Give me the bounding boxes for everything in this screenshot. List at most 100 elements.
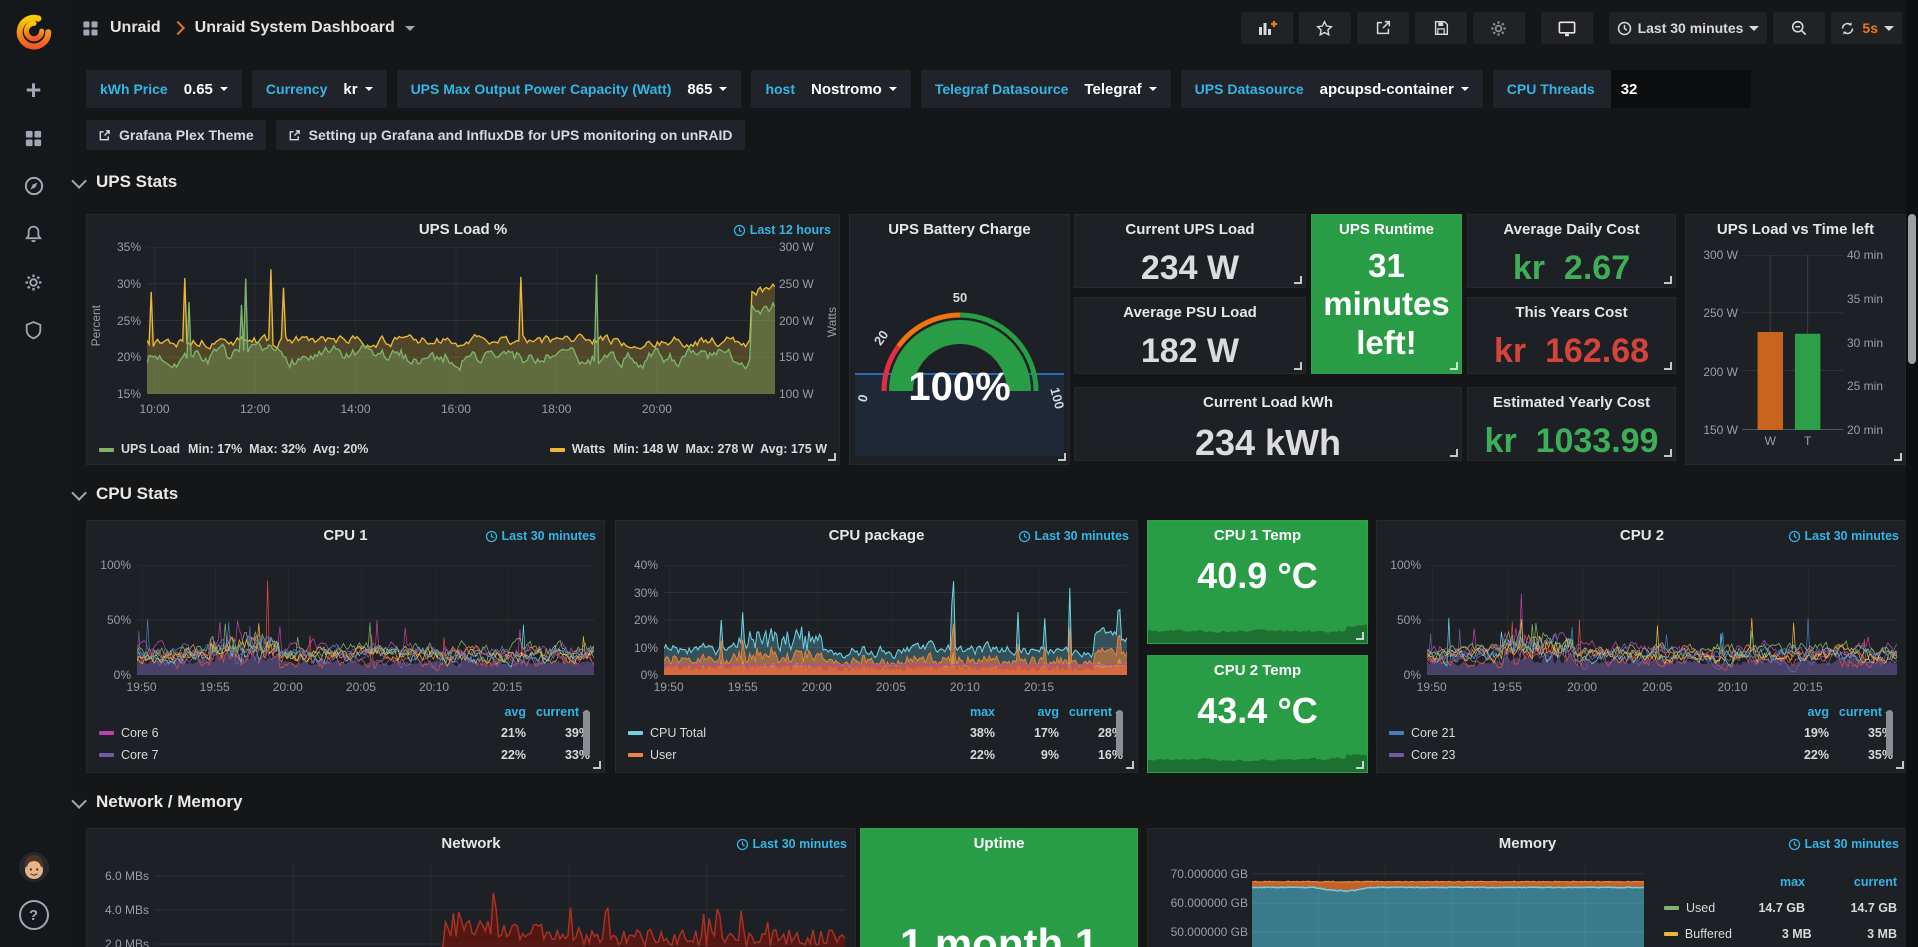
series-name[interactable]: Core 21 bbox=[1411, 726, 1455, 740]
page-scrollbar[interactable] bbox=[1906, 0, 1918, 947]
cpu-threads-input[interactable] bbox=[1611, 70, 1751, 108]
zoom-out-button[interactable] bbox=[1773, 12, 1825, 44]
variable-ups-max-output[interactable]: UPS Max Output Power Capacity (Watt) 865 bbox=[397, 70, 742, 108]
add-panel-button[interactable] bbox=[1241, 12, 1293, 44]
legend-header-max[interactable]: max bbox=[931, 705, 995, 719]
clock-icon bbox=[1018, 530, 1031, 543]
link-grafana-plex-theme[interactable]: Grafana Plex Theme bbox=[86, 120, 266, 150]
explore-compass-icon[interactable] bbox=[0, 162, 67, 210]
bar-chart[interactable] bbox=[1742, 255, 1843, 430]
legend-scrollbar[interactable] bbox=[1886, 710, 1893, 756]
stat-value: kr 2.67 bbox=[1468, 249, 1675, 288]
time-badge[interactable]: Last 30 minutes bbox=[1788, 529, 1899, 543]
dashboard: kWh Price 0.65 Currency kr UPS Max Outpu… bbox=[67, 56, 1918, 947]
variable-telegraf-datasource[interactable]: Telegraf Datasource Telegraf bbox=[921, 70, 1171, 108]
user-avatar[interactable] bbox=[0, 843, 67, 891]
breadcrumb-app[interactable]: Unraid bbox=[110, 19, 161, 37]
legend-header-current[interactable]: current bbox=[526, 705, 590, 719]
series-swatch[interactable] bbox=[1389, 731, 1404, 735]
series-name[interactable]: User bbox=[650, 748, 676, 762]
grafana-logo-icon[interactable] bbox=[12, 8, 56, 52]
x-axis: W T bbox=[1742, 434, 1843, 450]
external-link-icon bbox=[98, 129, 111, 142]
stat-value: 182 W bbox=[1075, 332, 1305, 371]
legend-header-avg[interactable]: avg bbox=[462, 705, 526, 719]
legend-header-avg[interactable]: avg bbox=[995, 705, 1059, 719]
series-swatch[interactable] bbox=[1664, 932, 1678, 936]
memory-chart[interactable] bbox=[1252, 863, 1644, 947]
star-button[interactable] bbox=[1299, 12, 1351, 44]
series-swatch[interactable] bbox=[99, 731, 114, 735]
breadcrumb-page[interactable]: Unraid System Dashboard bbox=[195, 19, 395, 37]
scrollbar-thumb[interactable] bbox=[1908, 214, 1916, 364]
sidebar-bottom: ? bbox=[0, 843, 67, 939]
time-badge[interactable]: Last 30 minutes bbox=[736, 837, 847, 851]
dashboards-icon[interactable] bbox=[0, 114, 67, 162]
cycle-view-monitor-button[interactable] bbox=[1541, 12, 1593, 44]
time-badge[interactable]: Last 12 hours bbox=[733, 223, 831, 237]
series-name[interactable]: Core 6 bbox=[121, 726, 159, 740]
refresh-button[interactable]: 5s bbox=[1831, 12, 1902, 44]
y-axis-left: 100% 50% 0% bbox=[1387, 565, 1421, 675]
x-axis: 10:00 12:00 14:00 16:00 18:00 20:00 bbox=[147, 402, 775, 418]
series-name[interactable]: Watts bbox=[572, 442, 606, 456]
time-badge[interactable]: Last 30 minutes bbox=[485, 529, 596, 543]
network-chart[interactable] bbox=[155, 863, 845, 947]
time-range-label: Last 30 minutes bbox=[1638, 20, 1744, 36]
series-swatch[interactable] bbox=[628, 753, 643, 757]
y-axis-left: 70.000000 GB 60.000000 GB 50.000000 GB bbox=[1152, 863, 1248, 947]
panel-title[interactable]: UPS Load % bbox=[87, 215, 839, 245]
variable-kwh-price[interactable]: kWh Price 0.65 bbox=[86, 70, 242, 108]
help-icon[interactable]: ? bbox=[0, 891, 67, 939]
legend-scrollbar[interactable] bbox=[583, 710, 590, 756]
panel-title[interactable]: UPS Load vs Time left bbox=[1686, 215, 1905, 245]
cpu-package-chart[interactable] bbox=[664, 565, 1127, 675]
admin-shield-icon[interactable] bbox=[0, 306, 67, 354]
configuration-gear-icon[interactable] bbox=[0, 258, 67, 306]
legend-header-current[interactable]: current bbox=[1829, 705, 1893, 719]
alerting-bell-icon[interactable] bbox=[0, 210, 67, 258]
save-button[interactable] bbox=[1415, 12, 1467, 44]
dashboard-grid-icon[interactable] bbox=[81, 19, 100, 38]
time-badge[interactable]: Last 30 minutes bbox=[1788, 837, 1899, 851]
series-name[interactable]: Core 7 bbox=[121, 748, 159, 762]
time-badge[interactable]: Last 30 minutes bbox=[1018, 529, 1129, 543]
share-button[interactable] bbox=[1357, 12, 1409, 44]
series-swatch[interactable] bbox=[628, 731, 643, 735]
legend-header-max[interactable]: max bbox=[1719, 875, 1805, 889]
create-plus-icon[interactable]: + bbox=[0, 66, 67, 114]
legend-scrollbar[interactable] bbox=[1116, 710, 1123, 756]
section-network-memory[interactable]: Network / Memory bbox=[75, 792, 242, 812]
section-cpu-stats[interactable]: CPU Stats bbox=[75, 484, 178, 504]
variable-currency[interactable]: Currency kr bbox=[252, 70, 387, 108]
series-name[interactable]: UPS Load bbox=[121, 442, 180, 456]
stat-current-ups-load: Current UPS Load 234 W bbox=[1074, 214, 1306, 288]
series-swatch[interactable] bbox=[1664, 906, 1679, 910]
legend-header-current[interactable]: current bbox=[1059, 705, 1123, 719]
variable-host[interactable]: host Nostromo bbox=[751, 70, 910, 108]
settings-gear-button[interactable] bbox=[1473, 12, 1525, 44]
time-range-picker[interactable]: Last 30 minutes bbox=[1609, 12, 1768, 44]
legend-header-avg[interactable]: avg bbox=[1765, 705, 1829, 719]
variable-ups-datasource[interactable]: UPS Datasource apcupsd-container bbox=[1181, 70, 1483, 108]
series-swatch[interactable] bbox=[99, 448, 114, 452]
series-swatch[interactable] bbox=[99, 753, 114, 757]
cpu2-chart[interactable] bbox=[1427, 565, 1897, 675]
refresh-interval-label[interactable]: 5s bbox=[1862, 20, 1878, 36]
ups-load-chart[interactable] bbox=[147, 247, 775, 394]
cpu1-chart[interactable] bbox=[137, 565, 594, 675]
legend-row: Core 2322%35% bbox=[1389, 744, 1893, 766]
panel-title[interactable]: UPS Battery Charge bbox=[850, 215, 1069, 245]
link-ups-monitoring-guide[interactable]: Setting up Grafana and InfluxDB for UPS … bbox=[276, 120, 745, 150]
series-name[interactable]: Used bbox=[1686, 901, 1715, 915]
grafana-app: + ? Unraid Unraid S bbox=[0, 0, 1918, 947]
legend-header-current[interactable]: current bbox=[1805, 875, 1897, 889]
gauge-value: 100% bbox=[850, 365, 1069, 410]
dashboard-picker-caret-icon[interactable] bbox=[405, 26, 415, 31]
series-name[interactable]: Core 23 bbox=[1411, 748, 1455, 762]
series-name[interactable]: CPU Total bbox=[650, 726, 706, 740]
section-ups-stats[interactable]: UPS Stats bbox=[75, 172, 177, 192]
series-name[interactable]: Buffered bbox=[1685, 927, 1732, 941]
series-swatch[interactable] bbox=[550, 448, 565, 452]
series-swatch[interactable] bbox=[1389, 753, 1404, 757]
